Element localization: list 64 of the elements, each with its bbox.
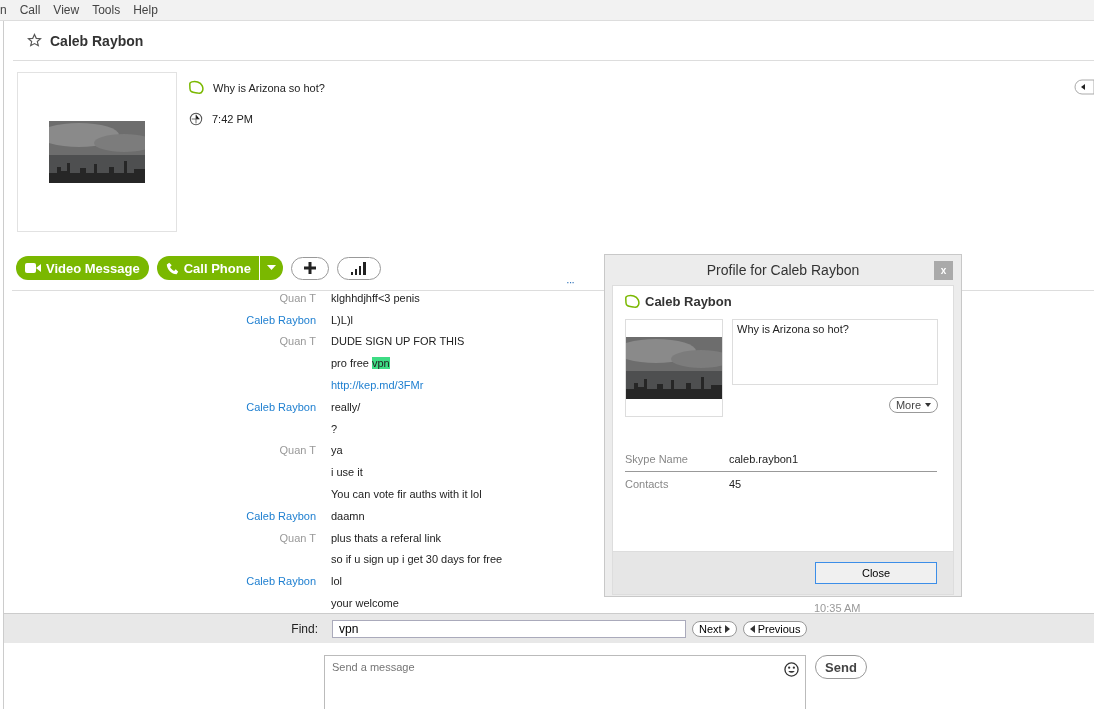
- sender-name: Quan T: [278, 334, 316, 349]
- message-text: lol: [331, 574, 342, 589]
- previous-button[interactable]: Previous: [742, 620, 808, 637]
- message-text: daamn: [331, 508, 365, 523]
- profile-name: Caleb Raybon: [645, 294, 732, 309]
- sender-name: Quan T: [278, 443, 316, 458]
- plus-icon: [302, 261, 317, 275]
- message-text: your welcome: [331, 596, 399, 611]
- collapse-icon[interactable]: [1074, 79, 1094, 95]
- video-camera-icon: [25, 263, 41, 273]
- mood-box: Why is Arizona so hot?: [732, 319, 938, 385]
- send-button[interactable]: Send: [815, 655, 867, 679]
- sender-name: Caleb Raybon: [245, 399, 316, 414]
- message-time: 10:35 AM: [814, 603, 861, 613]
- message-field[interactable]: Send a message: [324, 655, 806, 709]
- add-button[interactable]: [290, 256, 329, 280]
- field-label: Contacts: [625, 478, 670, 490]
- mood-icon: [189, 80, 204, 95]
- contact-name: Caleb Raybon: [50, 32, 144, 49]
- local-time: 7:42 PM: [212, 113, 253, 125]
- sender-name: Caleb Raybon: [245, 508, 316, 523]
- find-label: Find:: [290, 621, 318, 636]
- message-text: really/: [331, 399, 361, 414]
- field-label: Skype Name: [625, 453, 689, 465]
- caret-icon: [925, 403, 931, 407]
- message-text: L)L)l: [331, 312, 353, 327]
- sender-name: Quan T: [278, 290, 316, 305]
- signal-bars-icon: [348, 261, 369, 275]
- close-button[interactable]: Close: [815, 562, 937, 584]
- field-value: 45: [729, 478, 742, 490]
- menu-item[interactable]: Call: [19, 3, 50, 17]
- find-field[interactable]: vpn: [332, 619, 686, 638]
- menu-item[interactable]: Help: [133, 3, 167, 17]
- dialog-title: Profile for Caleb Raybon: [706, 262, 860, 278]
- sender-name: Caleb Raybon: [245, 312, 316, 327]
- arrow-right-icon: [724, 624, 730, 633]
- mood-text: Why is Arizona so hot?: [213, 81, 325, 94]
- sender-name: Quan T: [278, 530, 316, 545]
- message-text: ?: [331, 421, 338, 436]
- message-text: ya: [331, 443, 343, 458]
- star-icon[interactable]: [27, 33, 42, 48]
- message-text: so if u sign up i get 30 days for free: [331, 552, 503, 567]
- menu-item[interactable]: View: [53, 3, 89, 17]
- more-button[interactable]: More: [888, 397, 938, 413]
- message-text: pro free vpn: [331, 356, 390, 371]
- next-button[interactable]: Next: [692, 620, 737, 637]
- sender-name: Caleb Raybon: [245, 574, 316, 589]
- message-text: i use it: [331, 465, 363, 480]
- field-value: caleb.raybon1: [729, 453, 799, 465]
- call-quality-button[interactable]: [336, 256, 381, 280]
- menu-item[interactable]: n: [0, 3, 16, 17]
- message-text: DUDE SIGN UP FOR THIS: [331, 334, 465, 349]
- message-text: klghhdjhff<3 penis: [331, 290, 420, 305]
- caret-icon: [266, 265, 276, 271]
- menu-item[interactable]: Tools: [92, 3, 130, 17]
- emoticon-icon[interactable]: [784, 662, 799, 677]
- mood-icon: [625, 294, 640, 309]
- resize-handle[interactable]: ···: [566, 276, 574, 288]
- phone-icon: [165, 261, 179, 275]
- message-link[interactable]: http://kep.md/3FMr: [331, 378, 424, 393]
- message-text: plus thats a referal link: [331, 530, 442, 545]
- message-text: You can vote fir auths with it lol: [331, 487, 482, 502]
- arrow-left-icon: [749, 624, 755, 633]
- clock-icon: [189, 112, 203, 126]
